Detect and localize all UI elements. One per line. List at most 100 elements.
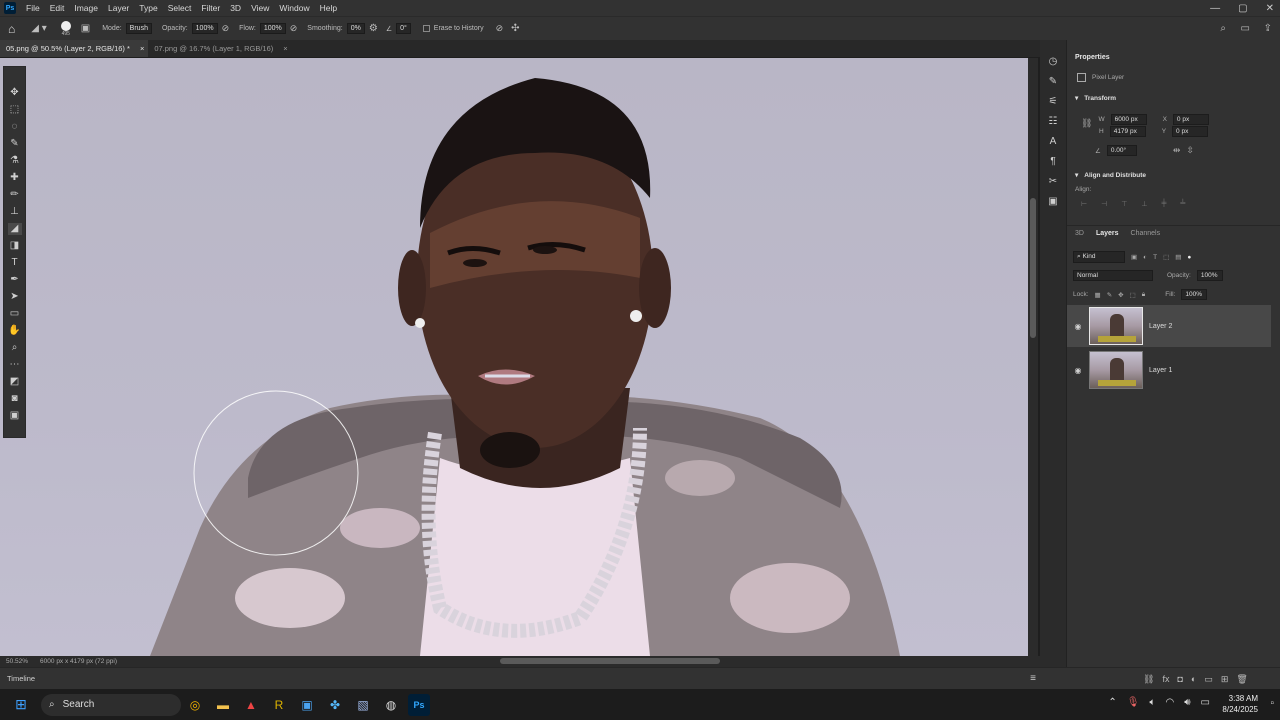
maximize-button[interactable]: ▢: [1238, 3, 1247, 14]
marquee-tool-icon[interactable]: ⬚: [8, 104, 22, 116]
blend-mode-select[interactable]: Normal: [1073, 270, 1153, 281]
info-icon[interactable]: ▣: [1046, 196, 1060, 208]
document-canvas[interactable]: [0, 58, 1028, 656]
speaker-icon[interactable]: 🔈︎: [1150, 697, 1156, 708]
tab-properties[interactable]: Properties: [1075, 54, 1110, 61]
app-icon-r[interactable]: R: [268, 694, 290, 716]
delete-layer-icon[interactable]: 🗑︎: [1236, 674, 1247, 685]
search-icon[interactable]: ⌕: [1220, 23, 1226, 34]
clone-stamp-tool-icon[interactable]: ⊥: [8, 206, 22, 218]
zoom-tool-icon[interactable]: ⌕: [8, 342, 22, 354]
timeline-menu-icon[interactable]: ≡: [1030, 673, 1036, 684]
filter-toggle-icon[interactable]: ●: [1187, 254, 1191, 261]
quick-mask-icon[interactable]: ◙: [8, 393, 22, 405]
w-input[interactable]: 6000 px: [1110, 114, 1147, 125]
lock-pixels-icon[interactable]: ✎: [1107, 291, 1112, 299]
brushes-icon[interactable]: ✎: [1046, 76, 1060, 88]
menu-edit[interactable]: Edit: [45, 0, 70, 16]
y-input[interactable]: 0 px: [1172, 126, 1209, 137]
pen-tool-icon[interactable]: ✒: [8, 274, 22, 286]
chevron-up-icon[interactable]: ⌃: [1108, 697, 1116, 708]
brush-tool-icon[interactable]: ✏: [8, 189, 22, 201]
pressure-opacity-icon[interactable]: ⊘: [222, 23, 230, 34]
menu-help[interactable]: Help: [315, 0, 342, 16]
microphone-icon[interactable]: 🎙︎: [1127, 697, 1140, 708]
layer-name[interactable]: Layer 1: [1149, 367, 1172, 374]
h-input[interactable]: 4179 px: [1109, 126, 1146, 137]
eraser-tool-icon[interactable]: ◢: [7, 223, 22, 235]
chrome-icon[interactable]: ◎: [184, 694, 206, 716]
link-icon[interactable]: ⛓: [1081, 118, 1092, 129]
align-section[interactable]: ▾ Align and Distribute: [1075, 171, 1146, 180]
pressure-size-icon[interactable]: ⊘: [496, 23, 504, 34]
tab-layers[interactable]: Layers: [1096, 230, 1119, 237]
fx-icon[interactable]: fx: [1162, 674, 1169, 685]
app-icon-green[interactable]: ✤: [324, 694, 346, 716]
align-middle-icon[interactable]: ╪: [1161, 200, 1166, 208]
flip-vertical-icon[interactable]: ⇳: [1186, 145, 1194, 156]
move-tool-icon[interactable]: ✥: [8, 87, 22, 99]
tab-close-icon[interactable]: ×: [135, 40, 149, 57]
shape-tool-icon[interactable]: ▭: [8, 308, 22, 320]
wifi-icon[interactable]: ◠: [1166, 697, 1175, 708]
x-input[interactable]: 0 px: [1172, 114, 1209, 125]
opacity-input[interactable]: 100%: [191, 23, 218, 34]
smoothing-input[interactable]: 0%: [346, 23, 365, 34]
filter-adjustment-icon[interactable]: ◐: [1143, 254, 1147, 261]
new-group-icon[interactable]: ▭: [1204, 674, 1213, 685]
app-icon-a[interactable]: ▲: [240, 694, 262, 716]
color-swatches-icon[interactable]: ◩: [8, 376, 22, 388]
battery-icon[interactable]: ▭: [1201, 697, 1210, 708]
tab-07-png[interactable]: 07.png @ 16.7% (Layer 1, RGB/16): [148, 40, 279, 57]
menu-file[interactable]: File: [21, 0, 45, 16]
lock-all-icon[interactable]: 🔒︎: [1142, 291, 1145, 299]
menu-view[interactable]: View: [246, 0, 274, 16]
libraries-icon[interactable]: ☷: [1046, 116, 1060, 128]
tools-presets-icon[interactable]: ✂: [1046, 176, 1060, 188]
lock-artboard-icon[interactable]: ⬚: [1130, 291, 1136, 299]
symmetry-icon[interactable]: ✣: [511, 23, 519, 34]
workspace-icon[interactable]: ▭: [1241, 23, 1250, 34]
photoshop-taskbar-icon[interactable]: Ps: [408, 693, 430, 716]
path-selection-tool-icon[interactable]: ➤: [8, 291, 22, 303]
align-right-icon[interactable]: ⊤: [1121, 200, 1127, 208]
volume-icon[interactable]: 🔊︎: [1184, 697, 1190, 708]
tab-3d[interactable]: 3D: [1075, 230, 1084, 237]
filter-pixel-icon[interactable]: ▣: [1131, 253, 1137, 261]
visibility-eye-icon[interactable]: ◉: [1073, 322, 1083, 331]
menu-type[interactable]: Type: [134, 0, 162, 16]
menu-3d[interactable]: 3D: [225, 0, 246, 16]
tab-channels[interactable]: Channels: [1131, 230, 1161, 237]
angle-input[interactable]: 0.00°: [1106, 145, 1137, 156]
horizontal-scrollbar[interactable]: [500, 658, 720, 664]
screen-mode-icon[interactable]: ▣: [8, 410, 22, 422]
adjustment-layer-icon[interactable]: ◐: [1191, 674, 1196, 685]
new-layer-icon[interactable]: ⊞: [1221, 674, 1229, 685]
brush-preset-picker[interactable]: 495: [60, 20, 71, 37]
eyedropper-tool-icon[interactable]: ⚗: [8, 155, 22, 167]
layer-row-layer-1[interactable]: ◉ Layer 1: [1067, 349, 1271, 391]
history-icon[interactable]: ◷: [1046, 56, 1060, 68]
kind-filter-select[interactable]: ⌕ Kind: [1073, 251, 1125, 263]
link-layers-icon[interactable]: ⛓: [1143, 674, 1154, 685]
close-button[interactable]: ✕: [1266, 3, 1274, 14]
lock-position-icon[interactable]: ✥: [1118, 291, 1123, 299]
more-tools-icon[interactable]: ⋯: [8, 359, 22, 371]
brush-settings-icon[interactable]: ▣: [81, 23, 90, 34]
tab-close-icon[interactable]: ×: [279, 40, 291, 57]
zoom-level[interactable]: 50.52%: [6, 658, 28, 665]
align-center-icon[interactable]: ⊣: [1101, 200, 1107, 208]
paragraph-icon[interactable]: ¶: [1046, 156, 1060, 168]
menu-window[interactable]: Window: [274, 0, 314, 16]
share-icon[interactable]: ⇪: [1264, 23, 1272, 34]
quick-selection-tool-icon[interactable]: ✎: [8, 138, 22, 150]
filter-smart-object-icon[interactable]: ▤: [1175, 253, 1181, 261]
taskbar-search[interactable]: ⌕ Search: [41, 693, 181, 716]
scroll-thumb[interactable]: [1030, 198, 1036, 338]
eraser-tool-preset-icon[interactable]: ◢ ▾: [31, 23, 47, 34]
airbrush-icon[interactable]: ⊘: [290, 23, 298, 34]
menu-layer[interactable]: Layer: [103, 0, 134, 16]
menu-filter[interactable]: Filter: [196, 0, 225, 16]
adjustments-icon[interactable]: ⚟: [1046, 96, 1060, 108]
mode-select[interactable]: Brush: [125, 23, 152, 34]
